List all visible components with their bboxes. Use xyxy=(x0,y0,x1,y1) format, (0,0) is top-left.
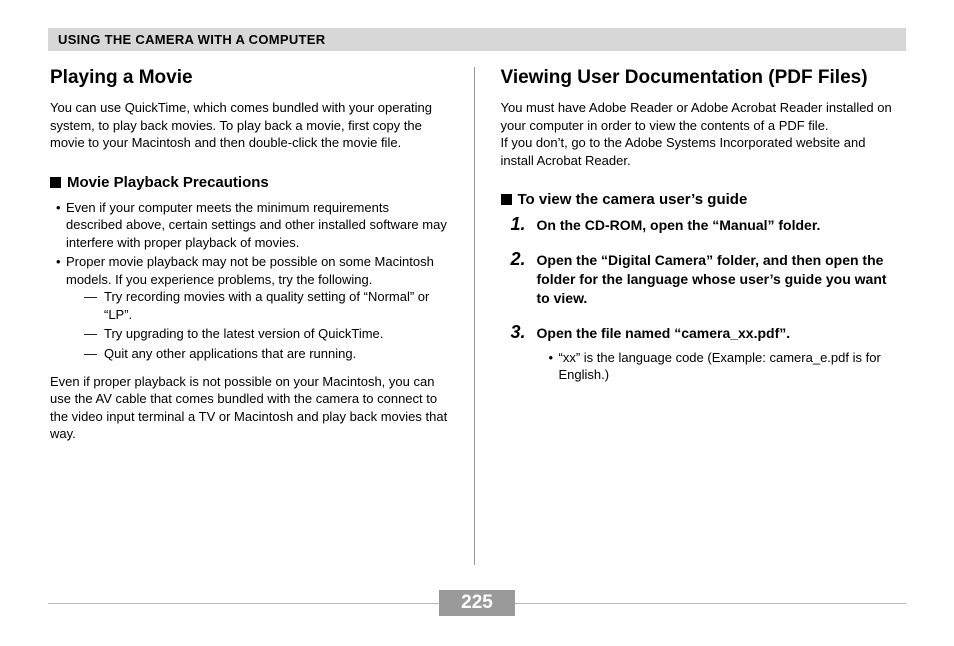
step-item: On the CD-ROM, open the “Manual” folder. xyxy=(511,216,899,235)
right-intro-1: You must have Adobe Reader or Adobe Acro… xyxy=(501,99,899,134)
precautions-list: Even if your computer meets the minimum … xyxy=(50,199,448,363)
step-text: Open the file named “camera_xx.pdf”. xyxy=(537,324,899,343)
step-item: Open the “Digital Camera” folder, and th… xyxy=(511,251,899,308)
left-title: Playing a Movie xyxy=(50,67,448,89)
steps-list: On the CD-ROM, open the “Manual” folder.… xyxy=(501,216,899,384)
list-item: Even if your computer meets the minimum … xyxy=(56,199,448,252)
sub-dash-list: Try recording movies with a quality sett… xyxy=(66,288,448,362)
right-intro-2: If you don’t, go to the Adobe Systems In… xyxy=(501,134,899,169)
page-number: 225 xyxy=(439,590,515,616)
view-guide-label: To view the camera user’s guide xyxy=(518,191,748,208)
left-intro: You can use QuickTime, which comes bundl… xyxy=(50,99,448,152)
list-item: Try recording movies with a quality sett… xyxy=(84,288,448,323)
right-title: Viewing User Documentation (PDF Files) xyxy=(501,67,899,89)
step-item: Open the file named “camera_xx.pdf”. “xx… xyxy=(511,324,899,384)
two-column-layout: Playing a Movie You can use QuickTime, w… xyxy=(48,67,906,565)
list-item-text: Proper movie playback may not be possibl… xyxy=(66,254,434,287)
footer-rule xyxy=(515,603,906,604)
step-text: On the CD-ROM, open the “Manual” folder. xyxy=(537,216,899,235)
step-note-item: “xx” is the language code (Example: came… xyxy=(549,349,899,384)
step-note-list: “xx” is the language code (Example: came… xyxy=(537,349,899,384)
left-closing-paragraph: Even if proper playback is not possible … xyxy=(50,373,448,443)
list-item: Try upgrading to the latest version of Q… xyxy=(84,325,448,343)
section-header-bar: USING THE CAMERA WITH A COMPUTER xyxy=(48,28,906,51)
view-guide-heading: To view the camera user’s guide xyxy=(501,191,899,208)
step-text: Open the “Digital Camera” folder, and th… xyxy=(537,251,899,308)
square-bullet-icon xyxy=(50,177,61,188)
footer-rule xyxy=(48,603,439,604)
left-column: Playing a Movie You can use QuickTime, w… xyxy=(48,67,474,565)
right-column: Viewing User Documentation (PDF Files) Y… xyxy=(475,67,907,565)
page-footer: 225 xyxy=(48,590,906,616)
movie-precautions-label: Movie Playback Precautions xyxy=(67,174,269,191)
list-item: Quit any other applications that are run… xyxy=(84,345,448,363)
list-item: Proper movie playback may not be possibl… xyxy=(56,253,448,362)
movie-precautions-heading: Movie Playback Precautions xyxy=(50,174,448,191)
square-bullet-icon xyxy=(501,194,512,205)
